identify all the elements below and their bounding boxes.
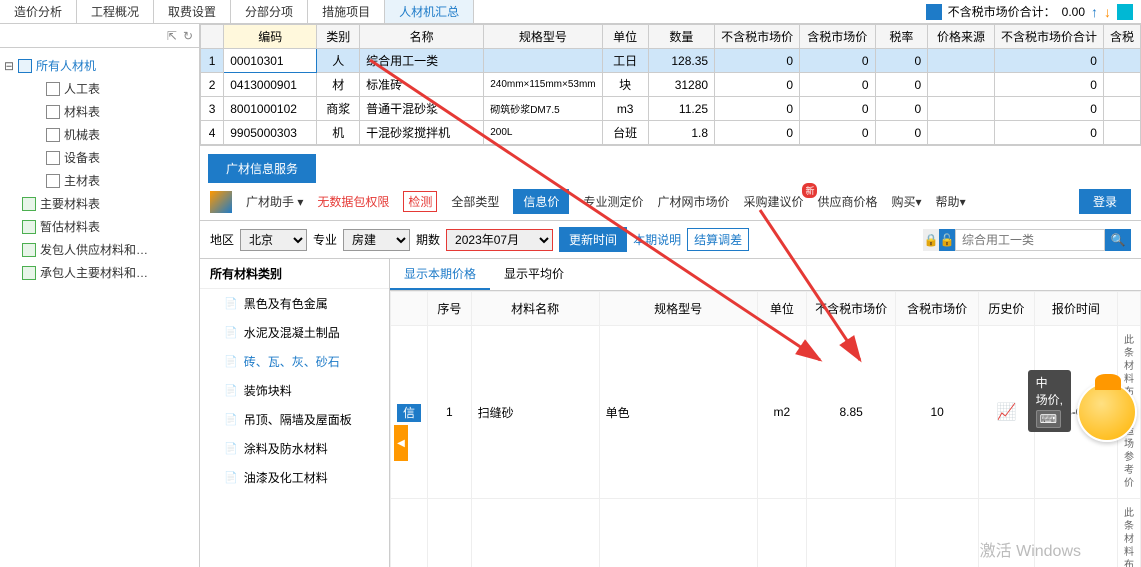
search-input[interactable] [955, 229, 1105, 251]
period-note-link[interactable]: 本期说明 [633, 231, 681, 248]
watermark: 激活 Windows [980, 537, 1081, 561]
nodata-label: 无数据包权限 [317, 193, 389, 210]
area-select[interactable]: 北京 [240, 229, 307, 251]
top-tab-bar: 造价分析 工程概况 取费设置 分部分项 措施项目 人材机汇总 不含税市场价合计：… [0, 0, 1141, 24]
tree-toolbar: ⇱ ↻ [0, 24, 199, 48]
settings-icon[interactable] [1117, 4, 1133, 20]
mascot-icon[interactable] [1077, 382, 1137, 442]
service-tab-row: 广材信息服务 [200, 146, 1141, 183]
tree-labor[interactable]: 人工表 [4, 77, 195, 100]
svc-market-price[interactable]: 广材网市场价 [657, 193, 729, 210]
guangcai-logo-icon [210, 191, 232, 213]
category-header: 所有材料类别 [200, 259, 389, 289]
tab-current-price[interactable]: 显示本期价格 [390, 259, 490, 290]
info-tag: 信 [397, 404, 421, 422]
major-label: 专业 [313, 231, 337, 248]
period-select[interactable]: 2023年07月 [446, 229, 553, 251]
tree-root[interactable]: ⊟所有人材机 [4, 54, 195, 77]
price-icon [926, 4, 942, 20]
refresh-icon[interactable]: ↻ [183, 29, 193, 43]
period-label: 期数 [416, 231, 440, 248]
tree-provisional-materials[interactable]: 暂估材料表 [4, 215, 195, 238]
drag-handle[interactable]: ◀ [394, 425, 408, 461]
settle-adjust-button[interactable]: 结算调差 [687, 228, 749, 251]
tab-cost-analysis[interactable]: 造价分析 [0, 0, 77, 23]
tab-project-overview[interactable]: 工程概况 [77, 0, 154, 23]
category-item[interactable]: 涂料及防水材料 [200, 434, 389, 463]
service-tab[interactable]: 广材信息服务 [208, 154, 316, 183]
tab-avg-price[interactable]: 显示平均价 [490, 259, 578, 290]
grid-row[interactable]: 38001000102商浆普通干混砂浆砌筑砂浆DM7.5m311.250000 [201, 97, 1141, 121]
tree-equipment[interactable]: 设备表 [4, 146, 195, 169]
svc-all-types[interactable]: 全部类型 [451, 193, 499, 210]
new-badge-icon: 新 [802, 183, 817, 198]
tree-main-material[interactable]: 主材表 [4, 169, 195, 192]
category-item[interactable]: 水泥及混凝土制品 [200, 318, 389, 347]
collapse-icon[interactable]: ⇱ [167, 29, 177, 43]
area-label: 地区 [210, 231, 234, 248]
category-item[interactable]: 吊顶、隔墙及屋面板 [200, 405, 389, 434]
display-tabs: 显示本期价格 显示平均价 [390, 259, 1141, 291]
svc-purchase-advice[interactable]: 采购建议价新 [743, 193, 803, 210]
grid-header-row: 编码类别名称规格型号单位数量不含税市场价含税市场价税率价格来源不含税市场价合计含… [201, 25, 1141, 49]
filter-bar: 地区 北京 专业 房建 期数 2023年07月 更新时间 本期说明 结算调差 🔒… [200, 221, 1141, 259]
left-tree-pane: ⇱ ↻ ⊟所有人材机 人工表 材料表 机械表 设备表 主材表 主要材料表 暂估材… [0, 24, 200, 567]
tree-primary-materials[interactable]: 主要材料表 [4, 192, 195, 215]
assistant-link[interactable]: 广材助手 ▾ [246, 193, 303, 210]
summary-label: 不含税市场价合计： [948, 3, 1056, 20]
tree-employer-materials[interactable]: 发包人供应材料和… [4, 238, 195, 261]
lock-toggle[interactable]: 🔒🔓 [923, 229, 955, 251]
login-button[interactable]: 登录 [1079, 189, 1131, 214]
category-item[interactable]: 油漆及化工材料 [200, 463, 389, 492]
category-item[interactable]: 黑色及有色金属 [200, 289, 389, 318]
summary-value: 0.00 [1062, 5, 1085, 19]
sort-down-icon[interactable]: ↓ [1104, 4, 1111, 20]
svc-help[interactable]: 帮助▾ [936, 193, 966, 210]
svc-supplier-price[interactable]: 供应商价格 [817, 193, 877, 210]
mascot-tooltip: 中 场价, ⌨ [1028, 370, 1071, 432]
tab-lmm-summary[interactable]: 人材机汇总 [385, 0, 474, 23]
svc-pro-price[interactable]: 专业测定价 [583, 193, 643, 210]
history-chart-icon[interactable]: 📈 [996, 404, 1016, 421]
service-toolbar: 广材助手 ▾ 无数据包权限 检测 全部类型 信息价 专业测定价 广材网市场价 采… [200, 183, 1141, 221]
keyboard-icon: ⌨ [1036, 410, 1061, 428]
grid-row[interactable]: 100010301人综合用工一类工日128.350000 [201, 49, 1141, 73]
sort-up-icon[interactable]: ↑ [1091, 4, 1098, 20]
tab-measure-items[interactable]: 措施项目 [308, 0, 385, 23]
svc-buy[interactable]: 购买▾ [892, 193, 922, 210]
svc-info-price[interactable]: 信息价 [513, 189, 569, 214]
major-select[interactable]: 房建 [343, 229, 410, 251]
tab-sub-items[interactable]: 分部分项 [231, 0, 308, 23]
tree-contractor-materials[interactable]: 承包人主要材料和… [4, 261, 195, 284]
category-pane: 所有材料类别 黑色及有色金属水泥及混凝土制品砖、瓦、灰、砂石装饰块料吊顶、隔墙及… [200, 259, 390, 567]
category-item[interactable]: 装饰块料 [200, 376, 389, 405]
tree-material[interactable]: 材料表 [4, 100, 195, 123]
search-button[interactable]: 🔍 [1105, 229, 1131, 251]
update-time-button[interactable]: 更新时间 [559, 227, 627, 252]
tab-fee-settings[interactable]: 取费设置 [154, 0, 231, 23]
materials-grid: 编码类别名称规格型号单位数量不含税市场价含税市场价税率价格来源不含税市场价合计含… [200, 24, 1141, 146]
check-button[interactable]: 检测 [403, 191, 437, 212]
grid-row[interactable]: 20413000901材标准砖240mm×115mm×53mm块31280000… [201, 73, 1141, 97]
tree-machine[interactable]: 机械表 [4, 123, 195, 146]
category-item[interactable]: 砖、瓦、灰、砂石 [200, 347, 389, 376]
grid-row[interactable]: 49905000303机干混砂浆搅拌机200L台班1.80000 [201, 121, 1141, 145]
